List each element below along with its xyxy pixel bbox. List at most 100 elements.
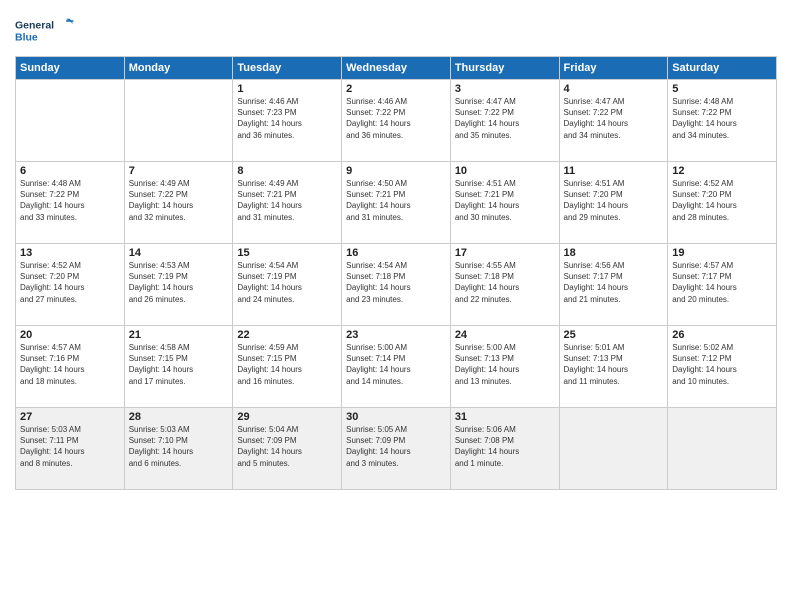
day-info: Sunrise: 4:54 AM Sunset: 7:19 PM Dayligh… xyxy=(237,260,337,305)
day-info: Sunrise: 5:00 AM Sunset: 7:14 PM Dayligh… xyxy=(346,342,446,387)
calendar-cell xyxy=(559,408,668,490)
day-info: Sunrise: 4:53 AM Sunset: 7:19 PM Dayligh… xyxy=(129,260,229,305)
day-number: 10 xyxy=(455,165,555,177)
day-info: Sunrise: 4:46 AM Sunset: 7:22 PM Dayligh… xyxy=(346,96,446,141)
calendar-cell: 14Sunrise: 4:53 AM Sunset: 7:19 PM Dayli… xyxy=(124,244,233,326)
day-number: 6 xyxy=(20,165,120,177)
day-info: Sunrise: 4:49 AM Sunset: 7:22 PM Dayligh… xyxy=(129,178,229,223)
weekday-header-friday: Friday xyxy=(559,57,668,80)
day-number: 12 xyxy=(672,165,772,177)
calendar-cell: 28Sunrise: 5:03 AM Sunset: 7:10 PM Dayli… xyxy=(124,408,233,490)
calendar-cell: 17Sunrise: 4:55 AM Sunset: 7:18 PM Dayli… xyxy=(450,244,559,326)
day-info: Sunrise: 5:01 AM Sunset: 7:13 PM Dayligh… xyxy=(564,342,664,387)
calendar-cell xyxy=(16,80,125,162)
calendar-table: SundayMondayTuesdayWednesdayThursdayFrid… xyxy=(15,56,777,490)
calendar-cell: 11Sunrise: 4:51 AM Sunset: 7:20 PM Dayli… xyxy=(559,162,668,244)
calendar-cell: 2Sunrise: 4:46 AM Sunset: 7:22 PM Daylig… xyxy=(342,80,451,162)
day-info: Sunrise: 4:46 AM Sunset: 7:23 PM Dayligh… xyxy=(237,96,337,141)
day-number: 21 xyxy=(129,329,229,341)
day-info: Sunrise: 5:04 AM Sunset: 7:09 PM Dayligh… xyxy=(237,424,337,469)
calendar-cell xyxy=(668,408,777,490)
day-info: Sunrise: 4:51 AM Sunset: 7:21 PM Dayligh… xyxy=(455,178,555,223)
day-number: 28 xyxy=(129,411,229,423)
calendar-cell: 23Sunrise: 5:00 AM Sunset: 7:14 PM Dayli… xyxy=(342,326,451,408)
weekday-header-row: SundayMondayTuesdayWednesdayThursdayFrid… xyxy=(16,57,777,80)
day-number: 4 xyxy=(564,83,664,95)
calendar-week-row: 13Sunrise: 4:52 AM Sunset: 7:20 PM Dayli… xyxy=(16,244,777,326)
day-number: 22 xyxy=(237,329,337,341)
calendar-cell: 27Sunrise: 5:03 AM Sunset: 7:11 PM Dayli… xyxy=(16,408,125,490)
calendar-cell: 4Sunrise: 4:47 AM Sunset: 7:22 PM Daylig… xyxy=(559,80,668,162)
calendar-cell: 19Sunrise: 4:57 AM Sunset: 7:17 PM Dayli… xyxy=(668,244,777,326)
day-number: 27 xyxy=(20,411,120,423)
logo: General Blue xyxy=(15,10,75,50)
calendar-week-row: 1Sunrise: 4:46 AM Sunset: 7:23 PM Daylig… xyxy=(16,80,777,162)
weekday-header-wednesday: Wednesday xyxy=(342,57,451,80)
calendar-cell: 6Sunrise: 4:48 AM Sunset: 7:22 PM Daylig… xyxy=(16,162,125,244)
day-number: 30 xyxy=(346,411,446,423)
day-number: 9 xyxy=(346,165,446,177)
day-number: 7 xyxy=(129,165,229,177)
main-container: General Blue SundayMondayTuesdayWednesda… xyxy=(0,0,792,500)
day-info: Sunrise: 5:05 AM Sunset: 7:09 PM Dayligh… xyxy=(346,424,446,469)
day-number: 26 xyxy=(672,329,772,341)
calendar-cell: 30Sunrise: 5:05 AM Sunset: 7:09 PM Dayli… xyxy=(342,408,451,490)
calendar-cell: 16Sunrise: 4:54 AM Sunset: 7:18 PM Dayli… xyxy=(342,244,451,326)
day-number: 25 xyxy=(564,329,664,341)
day-info: Sunrise: 5:03 AM Sunset: 7:11 PM Dayligh… xyxy=(20,424,120,469)
day-number: 11 xyxy=(564,165,664,177)
day-info: Sunrise: 4:57 AM Sunset: 7:16 PM Dayligh… xyxy=(20,342,120,387)
calendar-cell: 20Sunrise: 4:57 AM Sunset: 7:16 PM Dayli… xyxy=(16,326,125,408)
calendar-cell: 7Sunrise: 4:49 AM Sunset: 7:22 PM Daylig… xyxy=(124,162,233,244)
day-info: Sunrise: 4:51 AM Sunset: 7:20 PM Dayligh… xyxy=(564,178,664,223)
day-number: 20 xyxy=(20,329,120,341)
weekday-header-thursday: Thursday xyxy=(450,57,559,80)
day-number: 3 xyxy=(455,83,555,95)
calendar-cell: 29Sunrise: 5:04 AM Sunset: 7:09 PM Dayli… xyxy=(233,408,342,490)
calendar-cell: 13Sunrise: 4:52 AM Sunset: 7:20 PM Dayli… xyxy=(16,244,125,326)
day-number: 2 xyxy=(346,83,446,95)
day-info: Sunrise: 4:56 AM Sunset: 7:17 PM Dayligh… xyxy=(564,260,664,305)
day-info: Sunrise: 4:59 AM Sunset: 7:15 PM Dayligh… xyxy=(237,342,337,387)
calendar-cell: 9Sunrise: 4:50 AM Sunset: 7:21 PM Daylig… xyxy=(342,162,451,244)
day-number: 19 xyxy=(672,247,772,259)
day-info: Sunrise: 4:50 AM Sunset: 7:21 PM Dayligh… xyxy=(346,178,446,223)
calendar-cell: 3Sunrise: 4:47 AM Sunset: 7:22 PM Daylig… xyxy=(450,80,559,162)
day-info: Sunrise: 4:48 AM Sunset: 7:22 PM Dayligh… xyxy=(672,96,772,141)
day-info: Sunrise: 4:54 AM Sunset: 7:18 PM Dayligh… xyxy=(346,260,446,305)
day-info: Sunrise: 4:58 AM Sunset: 7:15 PM Dayligh… xyxy=(129,342,229,387)
calendar-cell: 31Sunrise: 5:06 AM Sunset: 7:08 PM Dayli… xyxy=(450,408,559,490)
day-info: Sunrise: 4:48 AM Sunset: 7:22 PM Dayligh… xyxy=(20,178,120,223)
day-number: 14 xyxy=(129,247,229,259)
day-number: 31 xyxy=(455,411,555,423)
calendar-week-row: 6Sunrise: 4:48 AM Sunset: 7:22 PM Daylig… xyxy=(16,162,777,244)
day-info: Sunrise: 5:00 AM Sunset: 7:13 PM Dayligh… xyxy=(455,342,555,387)
calendar-cell: 24Sunrise: 5:00 AM Sunset: 7:13 PM Dayli… xyxy=(450,326,559,408)
day-info: Sunrise: 5:06 AM Sunset: 7:08 PM Dayligh… xyxy=(455,424,555,469)
calendar-cell: 18Sunrise: 4:56 AM Sunset: 7:17 PM Dayli… xyxy=(559,244,668,326)
day-number: 17 xyxy=(455,247,555,259)
weekday-header-monday: Monday xyxy=(124,57,233,80)
calendar-week-row: 27Sunrise: 5:03 AM Sunset: 7:11 PM Dayli… xyxy=(16,408,777,490)
header: General Blue xyxy=(15,10,777,50)
day-info: Sunrise: 4:47 AM Sunset: 7:22 PM Dayligh… xyxy=(455,96,555,141)
calendar-cell: 21Sunrise: 4:58 AM Sunset: 7:15 PM Dayli… xyxy=(124,326,233,408)
day-number: 24 xyxy=(455,329,555,341)
calendar-cell xyxy=(124,80,233,162)
calendar-cell: 5Sunrise: 4:48 AM Sunset: 7:22 PM Daylig… xyxy=(668,80,777,162)
day-number: 29 xyxy=(237,411,337,423)
day-number: 18 xyxy=(564,247,664,259)
day-number: 1 xyxy=(237,83,337,95)
day-number: 16 xyxy=(346,247,446,259)
svg-text:Blue: Blue xyxy=(15,32,38,44)
day-info: Sunrise: 4:49 AM Sunset: 7:21 PM Dayligh… xyxy=(237,178,337,223)
calendar-cell: 1Sunrise: 4:46 AM Sunset: 7:23 PM Daylig… xyxy=(233,80,342,162)
calendar-cell: 12Sunrise: 4:52 AM Sunset: 7:20 PM Dayli… xyxy=(668,162,777,244)
day-info: Sunrise: 4:55 AM Sunset: 7:18 PM Dayligh… xyxy=(455,260,555,305)
calendar-cell: 26Sunrise: 5:02 AM Sunset: 7:12 PM Dayli… xyxy=(668,326,777,408)
day-info: Sunrise: 4:47 AM Sunset: 7:22 PM Dayligh… xyxy=(564,96,664,141)
weekday-header-tuesday: Tuesday xyxy=(233,57,342,80)
logo-svg: General Blue xyxy=(15,10,75,50)
day-info: Sunrise: 4:52 AM Sunset: 7:20 PM Dayligh… xyxy=(20,260,120,305)
day-number: 13 xyxy=(20,247,120,259)
